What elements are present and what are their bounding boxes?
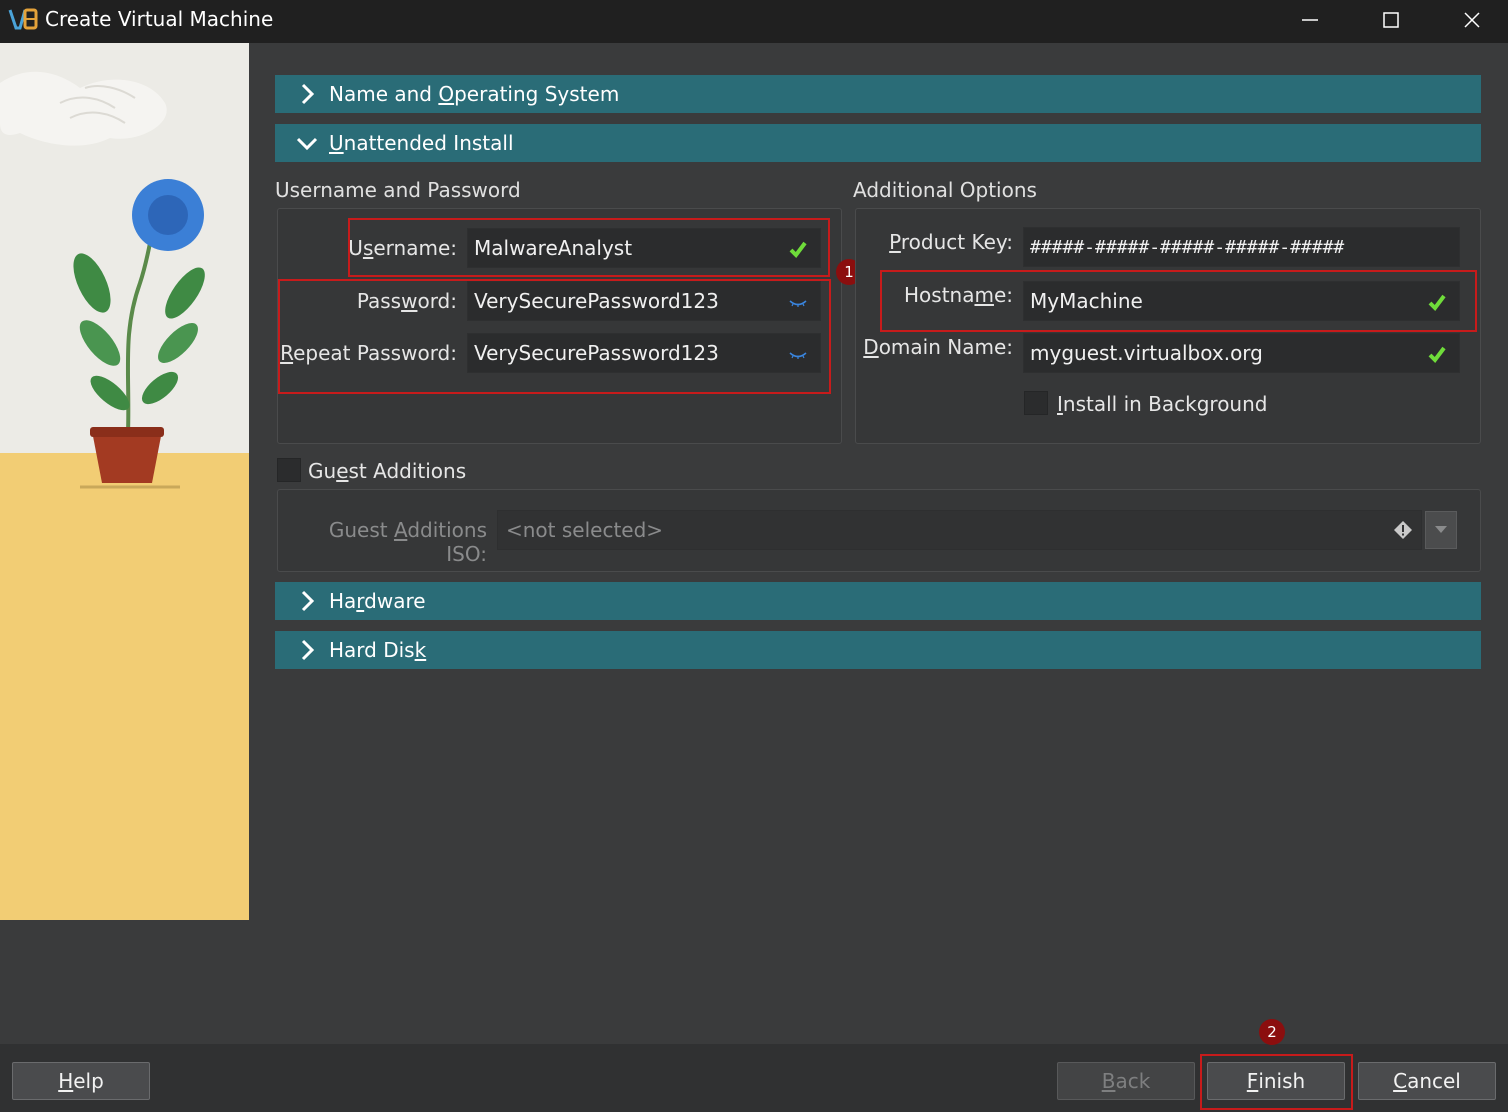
chevron-right-icon bbox=[301, 590, 315, 612]
guest-additions-iso-label: Guest Additions ISO: bbox=[328, 518, 487, 566]
guest-additions-iso-dropdown-button[interactable] bbox=[1425, 511, 1457, 549]
highlight-username bbox=[348, 218, 830, 277]
check-icon bbox=[1428, 346, 1446, 364]
warning-diamond-icon bbox=[1394, 521, 1412, 539]
product-key-value: #####-#####-#####-#####-##### bbox=[1030, 236, 1345, 258]
domain-name-value: myguest.virtualbox.org bbox=[1030, 341, 1263, 365]
virtualbox-app-icon bbox=[8, 8, 38, 30]
highlight-passwords bbox=[278, 279, 831, 394]
section-unattended-install-label: Unattended Install bbox=[329, 131, 514, 155]
wizard-illustration bbox=[0, 43, 249, 920]
guest-additions-checkbox[interactable] bbox=[277, 458, 301, 482]
chevron-down-icon bbox=[296, 137, 318, 151]
install-background-checkbox[interactable] bbox=[1024, 391, 1048, 415]
section-hardware-label: Hardware bbox=[329, 589, 426, 613]
close-icon bbox=[1464, 12, 1480, 28]
window-title: Create Virtual Machine bbox=[45, 7, 274, 31]
annotation-badge-2: 2 bbox=[1259, 1019, 1285, 1045]
section-hardware[interactable]: Hardware bbox=[275, 582, 1481, 620]
group-title-credentials: Username and Password bbox=[275, 178, 521, 202]
close-button[interactable] bbox=[1442, 0, 1502, 40]
title-bar: Create Virtual Machine bbox=[0, 0, 1508, 43]
section-unattended-install[interactable]: Unattended Install bbox=[275, 124, 1481, 162]
section-hard-disk[interactable]: Hard Disk bbox=[275, 631, 1481, 669]
chevron-right-icon bbox=[301, 639, 315, 661]
flower-pot-illustration bbox=[0, 43, 249, 920]
section-name-and-os-label: Name and Operating System bbox=[329, 82, 620, 106]
section-name-and-os[interactable]: Name and Operating System bbox=[275, 75, 1481, 113]
minimize-button[interactable] bbox=[1280, 0, 1340, 40]
help-button[interactable]: Help bbox=[12, 1062, 150, 1100]
domain-name-field[interactable]: myguest.virtualbox.org bbox=[1023, 333, 1460, 373]
maximize-icon bbox=[1383, 12, 1399, 28]
back-button[interactable]: Back bbox=[1057, 1062, 1195, 1100]
guest-additions-iso-combo[interactable]: <not selected> bbox=[497, 510, 1422, 550]
cancel-button[interactable]: Cancel bbox=[1358, 1062, 1496, 1100]
highlight-finish bbox=[1200, 1054, 1353, 1110]
group-title-additional-options: Additional Options bbox=[853, 178, 1037, 202]
install-background-label[interactable]: Install in Background bbox=[1057, 392, 1267, 416]
guest-additions-label[interactable]: Guest Additions bbox=[308, 459, 466, 483]
domain-name-label: Domain Name: bbox=[863, 335, 1013, 359]
guest-additions-iso-value: <not selected> bbox=[506, 518, 664, 542]
highlight-hostname bbox=[880, 270, 1477, 332]
maximize-button[interactable] bbox=[1361, 0, 1421, 40]
chevron-right-icon bbox=[301, 83, 315, 105]
product-key-label: Product Key: bbox=[889, 230, 1013, 254]
minimize-icon bbox=[1302, 19, 1318, 21]
product-key-field[interactable]: #####-#####-#####-#####-##### bbox=[1023, 227, 1460, 267]
section-hard-disk-label: Hard Disk bbox=[329, 638, 427, 662]
chevron-down-icon bbox=[1435, 526, 1447, 533]
